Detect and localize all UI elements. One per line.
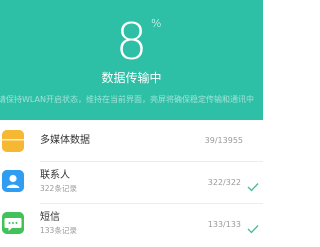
percent-value: 8 % (115, 13, 162, 71)
transfer-status: 数据传输中 (101, 71, 162, 85)
percent-sign: % (150, 17, 162, 30)
progress-header: 8 % 数据传输中 请保持WLAN开启状态，维持在当前界面，亮屏将确保稳定传输和… (0, 0, 263, 120)
percent-number: 8 (115, 13, 148, 71)
folder-icon (2, 130, 24, 152)
check-icon (247, 219, 259, 234)
contacts-icon (2, 170, 24, 192)
transfer-hint: 请保持WLAN开启状态，维持在当前界面，亮屏将确保稳定传输和通讯中 (0, 95, 255, 104)
progress-percent: 8 % (0, 14, 263, 70)
list-item-messages[interactable]: 短信 133条记录 133/133 (0, 204, 263, 244)
messages-icon (2, 212, 24, 234)
item-title: 多媒体数据 (40, 135, 90, 146)
item-subtitle: 322条记录 (40, 184, 77, 193)
item-title: 联系人 (40, 170, 70, 181)
item-count: 133/133 (207, 220, 241, 229)
check-icon (247, 177, 259, 192)
list-item-media[interactable]: 多媒体数据 39/13955 (0, 120, 263, 160)
list-item-contacts[interactable]: 联系人 322条记录 322/322 (0, 162, 263, 202)
item-count: 322/322 (207, 178, 241, 187)
item-subtitle: 133条记录 (40, 226, 77, 235)
item-title: 短信 (40, 212, 60, 223)
transfer-list: 多媒体数据 39/13955 联系人 322条记录 322/322 短信 133… (0, 120, 263, 247)
item-count: 39/13955 (204, 136, 243, 145)
